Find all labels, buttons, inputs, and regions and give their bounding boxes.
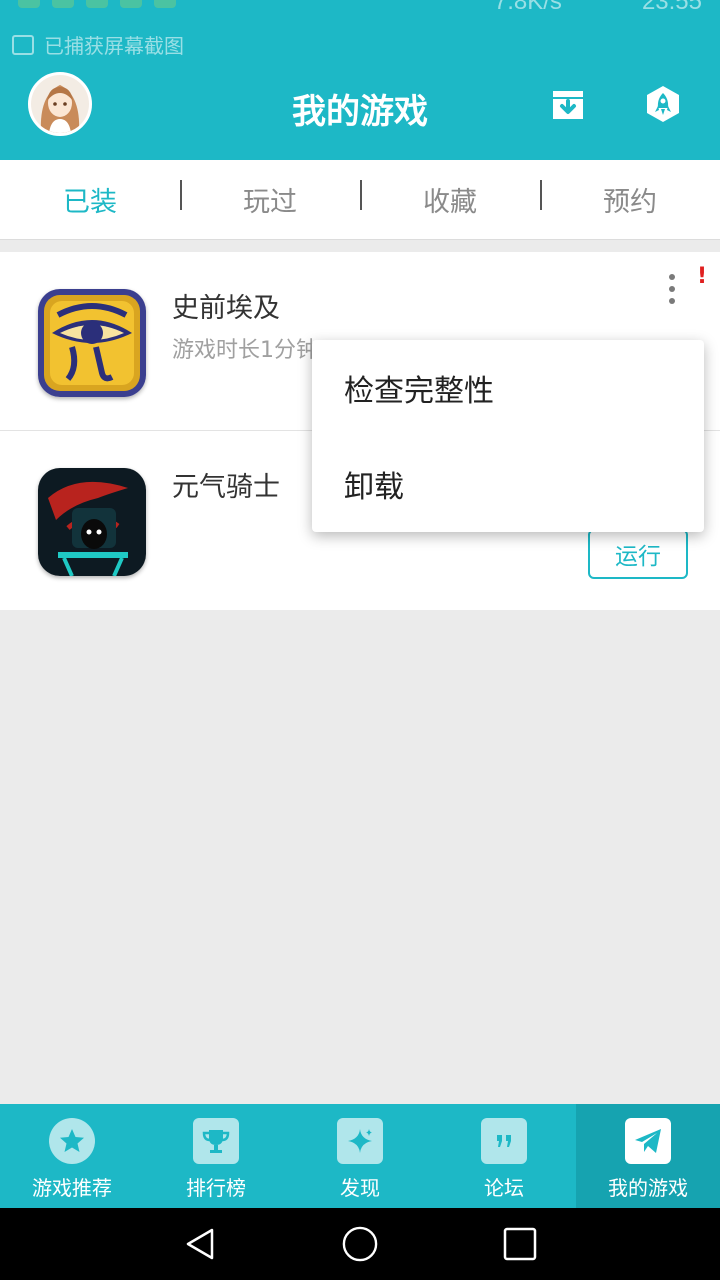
tab-installed[interactable]: 已装 — [0, 180, 180, 219]
dot-icon — [669, 274, 675, 280]
more-options-button[interactable] — [660, 272, 684, 306]
screenshot-toast: 已捕获屏幕截图 — [12, 30, 184, 59]
tab-favorites[interactable]: 收藏 — [360, 180, 540, 219]
dot-icon — [669, 298, 675, 304]
notification-icon — [18, 0, 40, 8]
menu-item-uninstall[interactable]: 卸载 — [312, 436, 704, 532]
eye-of-horus-icon[interactable] — [38, 289, 146, 397]
image-icon — [12, 34, 34, 55]
back-button[interactable] — [182, 1226, 218, 1262]
notification-icon — [154, 0, 176, 8]
toast-text: 已捕获屏幕截图 — [44, 34, 184, 58]
sparkle-icon — [337, 1118, 383, 1164]
tab-played[interactable]: 玩过 — [180, 180, 360, 219]
nav-label: 论坛 — [484, 1176, 524, 1200]
back-triangle-icon — [186, 1228, 214, 1260]
soul-knight-icon[interactable] — [38, 468, 146, 576]
tab-reserved[interactable]: 预约 — [540, 180, 720, 219]
nav-label: 游戏推荐 — [32, 1176, 112, 1200]
quote-bubble-icon — [481, 1118, 527, 1164]
rocket-icon — [647, 86, 679, 122]
nav-item-my-games[interactable]: 我的游戏 — [576, 1104, 720, 1208]
clock: 23:55 — [641, 0, 702, 15]
play-duration: 游戏时长1分钟 — [172, 338, 318, 363]
game-name: 史前埃及 — [172, 293, 280, 324]
download-manager-button[interactable] — [546, 82, 590, 126]
download-box-icon — [553, 91, 583, 119]
bottom-nav: 游戏推荐 排行榜 发现 论坛 我的游戏 — [0, 1104, 720, 1208]
app-header: 我的游戏 — [0, 60, 720, 160]
menu-item-check-integrity[interactable]: 检查完整性 — [312, 340, 704, 436]
notification-icon — [120, 0, 142, 8]
home-circle-icon — [342, 1226, 378, 1262]
game-name: 元气骑士 — [172, 472, 280, 503]
context-menu: 检查完整性 卸载 — [312, 340, 704, 532]
status-right: 7.8K/s 23:55 — [494, 0, 702, 16]
network-speed: 7.8K/s — [493, 0, 562, 15]
star-icon — [49, 1118, 95, 1164]
nav-label: 排行榜 — [186, 1176, 246, 1200]
nav-item-ranking[interactable]: 排行榜 — [144, 1104, 288, 1208]
speed-up-button[interactable] — [641, 82, 685, 126]
game-tabs: 已装 玩过 收藏 预约 — [0, 160, 720, 240]
trophy-icon — [193, 1118, 239, 1164]
system-nav-bar — [0, 1208, 720, 1280]
paper-plane-icon — [625, 1118, 671, 1164]
notification-icon — [52, 0, 74, 8]
alert-badge: ! — [697, 264, 708, 289]
run-button[interactable]: 运行 — [588, 529, 688, 579]
page-title: 我的游戏 — [292, 92, 428, 132]
recents-button[interactable] — [502, 1226, 538, 1262]
nav-item-discover[interactable]: 发现 — [288, 1104, 432, 1208]
notification-icon — [86, 0, 108, 8]
status-bar: 7.8K/s 23:55 已捕获屏幕截图 — [0, 0, 720, 60]
nav-item-forum[interactable]: 论坛 — [432, 1104, 576, 1208]
notification-icons — [18, 0, 176, 8]
home-button[interactable] — [342, 1226, 378, 1262]
dot-icon — [669, 286, 675, 292]
nav-label: 发现 — [340, 1176, 380, 1200]
nav-item-recommend[interactable]: 游戏推荐 — [0, 1104, 144, 1208]
nav-label: 我的游戏 — [608, 1176, 688, 1200]
recents-square-icon — [503, 1227, 537, 1261]
